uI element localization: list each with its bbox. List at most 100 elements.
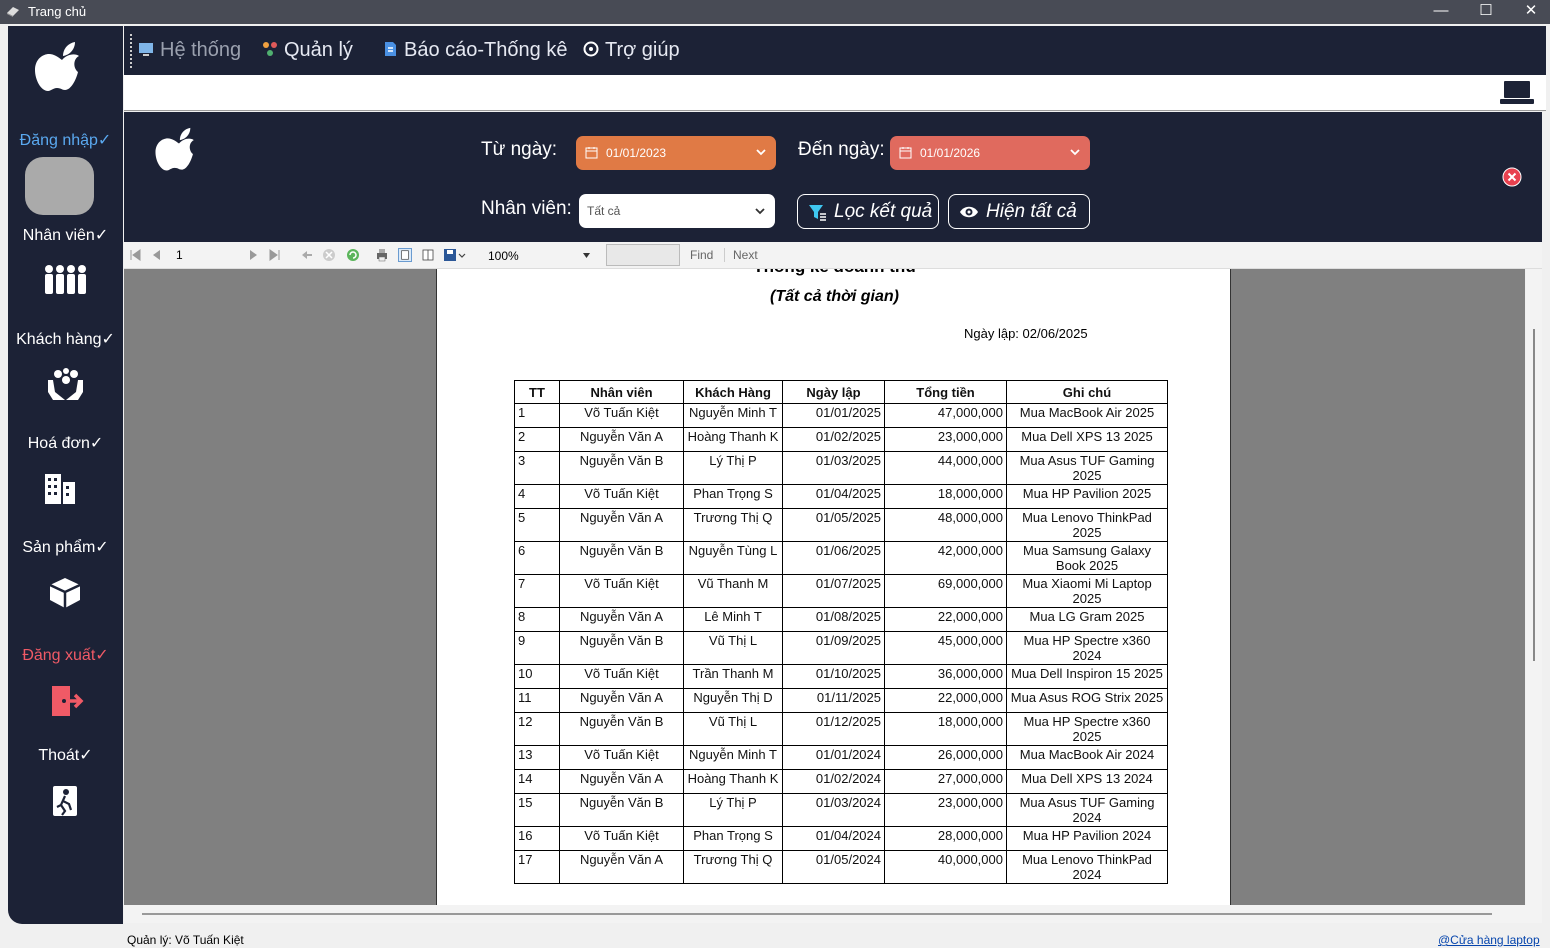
- from-date-label: Từ ngày:: [481, 139, 558, 160]
- from-date-value: 01/01/2023: [606, 146, 667, 160]
- find-next-button[interactable]: Next: [733, 248, 758, 262]
- filter-panel: Từ ngày: 01/01/2023 Đến ngày: 01/01/2026…: [124, 112, 1542, 242]
- report-page: Thống kê doanh thu (Tất cả thời gian) Ng…: [436, 269, 1231, 905]
- filter-funnel-icon: [809, 205, 826, 221]
- table-cell: 1: [514, 403, 560, 428]
- login-avatar[interactable]: [25, 157, 94, 215]
- table-row: 13 Võ Tuấn Kiệt Nguyễn Minh T 01/01/2024 26,…: [514, 745, 1168, 770]
- table-cell: Nguyễn Văn A: [559, 508, 684, 542]
- table-cell: 9: [514, 631, 560, 665]
- laptop-icon[interactable]: [1500, 80, 1534, 106]
- sidebar-item-product[interactable]: Sản phẩm✓: [8, 537, 123, 557]
- print-icon[interactable]: [375, 248, 389, 262]
- menu-manage[interactable]: Quản lý: [262, 39, 353, 62]
- staff-group-icon: [45, 265, 86, 294]
- table-row: 2 Nguyễn Văn A Hoàng Thanh K 01/02/2025 23,0…: [514, 427, 1168, 452]
- sidebar-item-logout[interactable]: Đăng xuất✓: [8, 645, 123, 665]
- table-cell: 01/01/2025: [782, 403, 885, 428]
- menu-grip: [130, 34, 132, 68]
- table-cell: Mua Asus ROG Strix 2025: [1006, 688, 1168, 713]
- eye-icon: [960, 206, 978, 218]
- table-row: 8 Nguyễn Văn A Lê Minh T 01/08/2025 22,000,0…: [514, 607, 1168, 632]
- vertical-scroll-thumb[interactable]: [1533, 329, 1535, 661]
- menu-report[interactable]: Báo cáo-Thống kê: [382, 39, 567, 62]
- app-laptop-icon: [7, 7, 19, 17]
- status-bar: Quản lý: Võ Tuấn Kiệt @Cửa hàng laptop: [0, 928, 1550, 948]
- table-cell: Mua Samsung Galaxy Book 2025: [1006, 541, 1168, 575]
- table-cell: Nguyễn Minh T: [683, 745, 783, 770]
- calendar-icon: [899, 147, 912, 159]
- table-cell: 10: [514, 664, 560, 689]
- table-cell: 4: [514, 484, 560, 509]
- first-page-icon[interactable]: [128, 248, 142, 262]
- table-cell: 6: [514, 541, 560, 575]
- table-cell: Mua HP Spectre x360 2025: [1006, 712, 1168, 746]
- menu-system[interactable]: Hệ thống: [138, 39, 241, 62]
- table-cell: 45,000,000: [884, 631, 1007, 665]
- table-row: 5 Nguyễn Văn A Trương Thị Q 01/05/2025 48,00…: [514, 508, 1168, 542]
- close-circle-icon[interactable]: [1502, 167, 1522, 187]
- previous-page-icon[interactable]: [150, 248, 164, 262]
- logout-door-icon: [52, 686, 84, 716]
- next-page-icon[interactable]: [246, 248, 260, 262]
- find-input[interactable]: [606, 244, 680, 266]
- table-cell: Mua Lenovo ThinkPad 2025: [1006, 508, 1168, 542]
- horizontal-scroll-thumb[interactable]: [142, 913, 1492, 915]
- system-icon: [139, 43, 153, 56]
- sidebar-item-exit[interactable]: Thoát✓: [8, 745, 123, 765]
- sidebar-item-customer[interactable]: Khách hàng✓: [8, 329, 123, 349]
- from-date-picker[interactable]: 01/01/2023: [576, 136, 776, 170]
- sidebar-item-login[interactable]: Đăng nhập✓: [8, 130, 123, 150]
- last-page-icon[interactable]: [268, 248, 282, 262]
- customer-hands-icon: [48, 368, 83, 400]
- refresh-icon[interactable]: [346, 248, 360, 262]
- stop-icon[interactable]: [322, 248, 336, 262]
- close-window-button[interactable]: ✕: [1508, 0, 1550, 24]
- table-cell: Vũ Thị L: [683, 712, 783, 746]
- revenue-table: TT Nhân viên Khách Hàng Ngày lập Tổng ti…: [514, 380, 1168, 884]
- table-cell: 26,000,000: [884, 745, 1007, 770]
- horizontal-scrollbar[interactable]: [124, 905, 1542, 923]
- print-layout-icon[interactable]: [398, 248, 412, 262]
- table-row: 15 Nguyễn Văn B Lý Thị P 01/03/2024 23,000,0…: [514, 793, 1168, 827]
- top-menubar: Hệ thống Quản lý Báo cáo-Thống kê Trợ gi…: [124, 26, 1546, 75]
- minimize-button[interactable]: —: [1418, 0, 1464, 24]
- report-viewer: Thống kê doanh thu (Tất cả thời gian) Ng…: [124, 269, 1525, 905]
- export-icon[interactable]: [443, 248, 467, 262]
- zoom-select[interactable]: 100%: [484, 245, 594, 265]
- filter-results-label: Lọc kết quả: [834, 201, 933, 222]
- to-date-picker[interactable]: 01/01/2026: [890, 136, 1090, 170]
- table-row: 10 Võ Tuấn Kiệt Trần Thanh M 01/10/2025 36,0…: [514, 664, 1168, 689]
- page-number-input[interactable]: 1: [176, 248, 183, 262]
- sidebar-item-invoice[interactable]: Hoá đơn✓: [8, 433, 123, 453]
- vertical-scrollbar[interactable]: [1526, 269, 1542, 905]
- sidebar-item-staff[interactable]: Nhân viên✓: [8, 225, 123, 245]
- show-all-label: Hiện tất cả: [986, 201, 1077, 222]
- maximize-button[interactable]: ☐: [1463, 0, 1509, 24]
- menu-manage-label: Quản lý: [284, 39, 353, 61]
- show-all-button[interactable]: Hiện tất cả: [948, 194, 1090, 229]
- calendar-icon: [585, 147, 598, 159]
- page-setup-icon[interactable]: [421, 248, 435, 262]
- table-cell: Mua LG Gram 2025: [1006, 607, 1168, 632]
- table-cell: 69,000,000: [884, 574, 1007, 608]
- menu-help[interactable]: Trợ giúp: [583, 39, 680, 62]
- table-row: 14 Nguyễn Văn A Hoàng Thanh K 01/02/2024 27,…: [514, 769, 1168, 794]
- filter-results-button[interactable]: Lọc kết quả: [797, 194, 939, 229]
- store-link[interactable]: @Cửa hàng laptop: [1438, 933, 1540, 947]
- window-titlebar: Trang chủ — ☐ ✕: [0, 0, 1550, 24]
- table-cell: Võ Tuấn Kiệt: [559, 484, 684, 509]
- staff-label: Nhân viên:: [481, 198, 572, 219]
- table-cell: Mua Lenovo ThinkPad 2024: [1006, 850, 1168, 884]
- table-row: 17 Nguyễn Văn A Trương Thị Q 01/05/2024 40,0…: [514, 850, 1168, 884]
- table-cell: Nguyễn Văn B: [559, 793, 684, 827]
- menu-system-label: Hệ thống: [160, 39, 242, 61]
- table-row: 9 Nguyễn Văn B Vũ Thị L 01/09/2025 45,000,00…: [514, 631, 1168, 665]
- table-row: 6 Nguyễn Văn B Nguyễn Tùng L 01/06/2025 42,0…: [514, 541, 1168, 575]
- table-cell: Nguyễn Văn B: [559, 451, 684, 485]
- back-icon[interactable]: [300, 248, 314, 262]
- staff-combobox[interactable]: Tất cả: [579, 194, 775, 228]
- find-button[interactable]: Find: [690, 248, 713, 262]
- table-cell: Mua Asus TUF Gaming 2024: [1006, 793, 1168, 827]
- table-row: 7 Võ Tuấn Kiệt Vũ Thanh M 01/07/2025 69,000,…: [514, 574, 1168, 608]
